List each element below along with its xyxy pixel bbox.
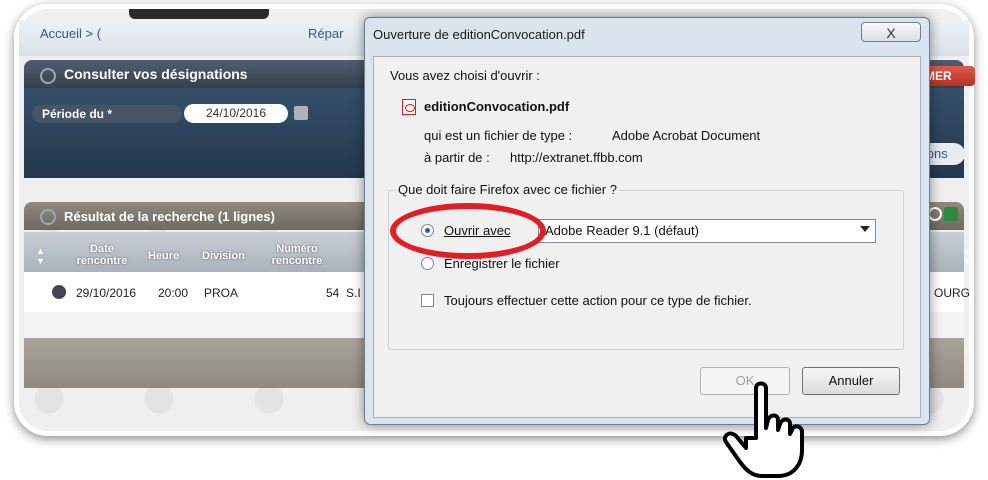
column-numero-rencontre[interactable]: Numéro rencontre — [264, 243, 330, 267]
cell-right: OURG — [934, 286, 970, 300]
cell-numero: 54 — [326, 286, 340, 300]
column-date-rencontre[interactable]: Date rencontre — [72, 243, 132, 267]
top-tab-strip — [129, 9, 269, 19]
breadcrumb-repartition[interactable]: Répar — [308, 26, 343, 41]
cell-heure: 20:00 — [158, 286, 189, 300]
column-heure[interactable]: Heure — [148, 250, 179, 262]
intro-text: Vous avez choisi d'ouvrir : — [390, 68, 540, 83]
file-type-value: Adobe Acrobat Document — [612, 128, 761, 143]
designations-panel-title: Consulter vos désignations — [64, 66, 248, 82]
row-view-icon[interactable] — [52, 285, 66, 299]
chevron-down-icon[interactable] — [860, 226, 870, 232]
source-label: à partir de : — [424, 150, 490, 165]
file-name: editionConvocation.pdf — [424, 99, 570, 114]
print-icon[interactable] — [928, 207, 942, 221]
excel-icon[interactable] — [944, 207, 958, 221]
dialog-title: Ouverture de editionConvocation.pdf — [373, 27, 585, 42]
cell-s: S.I — [346, 286, 361, 300]
breadcrumb[interactable]: Accueil > ( — [40, 26, 101, 41]
cell-date: 29/10/2016 — [76, 286, 137, 300]
application-select[interactable]: Adobe Reader 9.1 (défaut) — [538, 219, 876, 243]
calendar-icon[interactable] — [294, 106, 308, 120]
always-do-checkbox[interactable] — [421, 294, 434, 307]
results-panel-title: Résultat de la recherche (1 lignes) — [64, 209, 275, 224]
ffbb-logo-icon — [40, 68, 56, 84]
close-button[interactable]: X — [861, 22, 921, 42]
action-question: Que doit faire Firefox avec ce fichier ? — [396, 182, 619, 197]
hand-pointer-icon — [723, 381, 804, 478]
periode-date-field[interactable]: 24/10/2016 — [184, 104, 288, 123]
ffbb-logo-icon — [40, 209, 56, 225]
export-icons — [928, 207, 960, 226]
save-file-radio[interactable] — [421, 257, 434, 270]
file-type-label: qui est un fichier de type : — [424, 128, 573, 143]
sort-icon[interactable]: ▲ ▼ — [36, 246, 45, 266]
cell-division: PROA — [204, 286, 239, 300]
sort-icon[interactable]: ▲ ▼ — [962, 246, 971, 266]
red-highlight-ellipse — [390, 203, 546, 259]
always-do-label[interactable]: Toujours effectuer cette action pour ce … — [444, 293, 752, 308]
pdf-file-icon — [402, 99, 416, 115]
periode-label: Période du * — [32, 105, 182, 123]
column-division[interactable]: Division — [202, 250, 245, 262]
source-url: http://extranet.ffbb.com — [510, 150, 643, 165]
